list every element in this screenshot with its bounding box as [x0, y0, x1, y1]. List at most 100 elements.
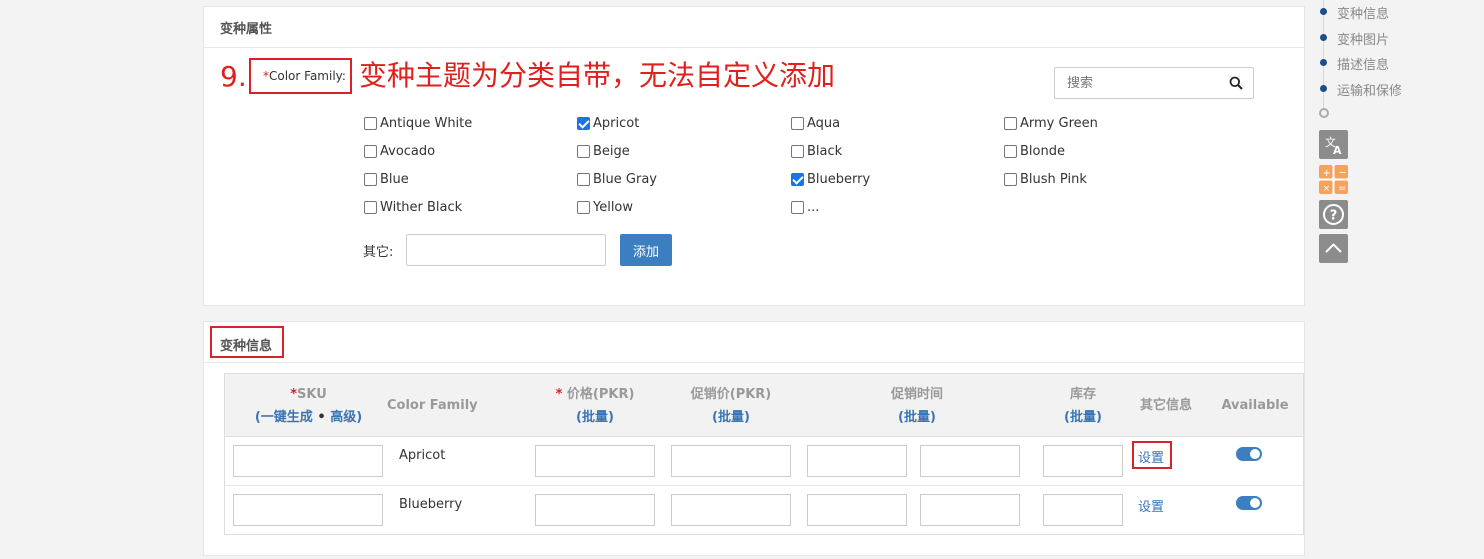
- option-label: Yellow: [593, 200, 634, 215]
- sku-input[interactable]: [233, 494, 383, 526]
- option-label: Wither Black: [380, 200, 463, 215]
- sale-start-input[interactable]: [807, 445, 907, 477]
- sale-price-input[interactable]: [671, 494, 791, 526]
- checkbox[interactable]: [791, 145, 804, 158]
- side-nav-item-shipping[interactable]: 运输和保修: [1337, 80, 1402, 99]
- variant-table: *SKU (一键生成 • 高级) Color Family * 价格(PKR) …: [224, 373, 1304, 535]
- search-icon[interactable]: [1229, 76, 1243, 90]
- batch-stock-link[interactable]: 批量: [1070, 410, 1096, 425]
- sku-input[interactable]: [233, 445, 383, 477]
- annotation-note: 变种主题为分类自带，无法自定义添加: [359, 59, 836, 92]
- batch-price-link[interactable]: 批量: [582, 410, 608, 425]
- option-label: Beige: [593, 144, 630, 159]
- header-label: 促销价(PKR): [690, 386, 772, 402]
- bracket-close: ): [1096, 409, 1102, 425]
- nav-end-circle-icon: [1319, 108, 1329, 118]
- header-sale-price: 促销价(PKR) (批量): [661, 374, 801, 437]
- header-label: 促销时间: [890, 386, 943, 402]
- header-label: Available: [1221, 398, 1289, 413]
- scroll-top-icon[interactable]: [1319, 234, 1348, 263]
- stock-input[interactable]: [1043, 445, 1123, 477]
- bracket-close: ): [608, 409, 614, 425]
- header-available: Available: [1219, 374, 1291, 437]
- side-nav-item-variant-info[interactable]: 变种信息: [1337, 3, 1389, 22]
- header-label: 其它信息: [1139, 398, 1192, 413]
- checkbox[interactable]: [364, 173, 377, 186]
- side-nav-item-variant-images[interactable]: 变种图片: [1337, 29, 1389, 48]
- header-other-info: 其它信息: [1131, 374, 1201, 437]
- checkbox[interactable]: [577, 173, 590, 186]
- option-label: Aqua: [807, 116, 841, 131]
- required-mark: *: [555, 386, 567, 402]
- stock-input[interactable]: [1043, 494, 1123, 526]
- checkbox-checked[interactable]: [577, 117, 590, 130]
- bracket-close: ): [930, 409, 936, 425]
- header-sku: *SKU (一键生成 • 高级): [225, 374, 392, 437]
- color-family-value: Apricot: [399, 448, 446, 463]
- panel-header: 变种信息: [204, 322, 1304, 363]
- add-button[interactable]: 添加: [620, 234, 672, 266]
- price-input[interactable]: [535, 494, 655, 526]
- sale-end-input[interactable]: [920, 445, 1020, 477]
- nav-dot-icon: [1320, 59, 1327, 66]
- panel-header: 变种属性: [204, 7, 1304, 48]
- sale-end-input[interactable]: [920, 494, 1020, 526]
- batch-sale-price-link[interactable]: 批量: [718, 410, 744, 425]
- required-mark: *: [290, 386, 298, 402]
- option-search: [1054, 67, 1254, 99]
- bracket-close: ): [744, 409, 750, 425]
- generate-sku-link[interactable]: 一键生成: [261, 410, 313, 425]
- calculator-icon[interactable]: + − × =: [1319, 165, 1348, 194]
- sale-price-input[interactable]: [671, 445, 791, 477]
- help-icon[interactable]: ?: [1319, 200, 1348, 229]
- checkbox[interactable]: [577, 145, 590, 158]
- available-toggle[interactable]: [1236, 447, 1262, 461]
- side-nav-item-description[interactable]: 描述信息: [1337, 54, 1389, 73]
- checkbox[interactable]: [791, 201, 804, 214]
- separator-dot: •: [312, 409, 331, 425]
- table-header: *SKU (一键生成 • 高级) Color Family * 价格(PKR) …: [225, 374, 1303, 437]
- nav-dot-icon: [1320, 8, 1327, 15]
- svg-text:A: A: [1333, 144, 1342, 157]
- header-label: 价格(PKR): [566, 386, 635, 402]
- checkbox[interactable]: [364, 201, 377, 214]
- color-family-value: Blueberry: [399, 497, 463, 512]
- option-label: Blue Gray: [593, 172, 657, 187]
- svg-text:×: ×: [1323, 184, 1331, 194]
- advanced-link[interactable]: 高级: [330, 410, 356, 425]
- option-label: Army Green: [1020, 116, 1098, 131]
- option-label: Blue: [380, 172, 409, 187]
- svg-text:?: ?: [1330, 209, 1338, 224]
- header-label: 库存: [1069, 386, 1096, 402]
- checkbox[interactable]: [791, 117, 804, 130]
- svg-text:−: −: [1339, 168, 1347, 179]
- option-label: Blush Pink: [1020, 172, 1087, 187]
- option-label: Blonde: [1020, 144, 1065, 159]
- nav-dot-icon: [1320, 34, 1327, 41]
- checkbox[interactable]: [577, 201, 590, 214]
- price-input[interactable]: [535, 445, 655, 477]
- checkbox[interactable]: [364, 117, 377, 130]
- color-family-label: *Color Family:: [263, 69, 346, 83]
- nav-dot-icon: [1320, 85, 1327, 92]
- table-row: Blueberry 设置: [225, 486, 1303, 535]
- settings-link[interactable]: 设置: [1138, 447, 1164, 466]
- option-label: Avocado: [380, 144, 436, 159]
- checkbox[interactable]: [1004, 145, 1017, 158]
- checkbox[interactable]: [1004, 117, 1017, 130]
- batch-sale-time-link[interactable]: 批量: [904, 410, 930, 425]
- option-label: Antique White: [380, 116, 473, 131]
- annotation-step-number: 9.: [220, 60, 247, 93]
- settings-link[interactable]: 设置: [1138, 496, 1164, 515]
- checkbox[interactable]: [364, 145, 377, 158]
- translate-icon[interactable]: 文 A: [1319, 130, 1348, 159]
- other-value-input[interactable]: [406, 234, 606, 266]
- option-label: Apricot: [593, 116, 640, 131]
- svg-text:=: =: [1338, 183, 1346, 194]
- checkbox-checked[interactable]: [791, 173, 804, 186]
- available-toggle[interactable]: [1236, 496, 1262, 510]
- search-input[interactable]: [1055, 68, 1220, 98]
- sale-start-input[interactable]: [807, 494, 907, 526]
- svg-text:+: +: [1323, 168, 1331, 179]
- checkbox[interactable]: [1004, 173, 1017, 186]
